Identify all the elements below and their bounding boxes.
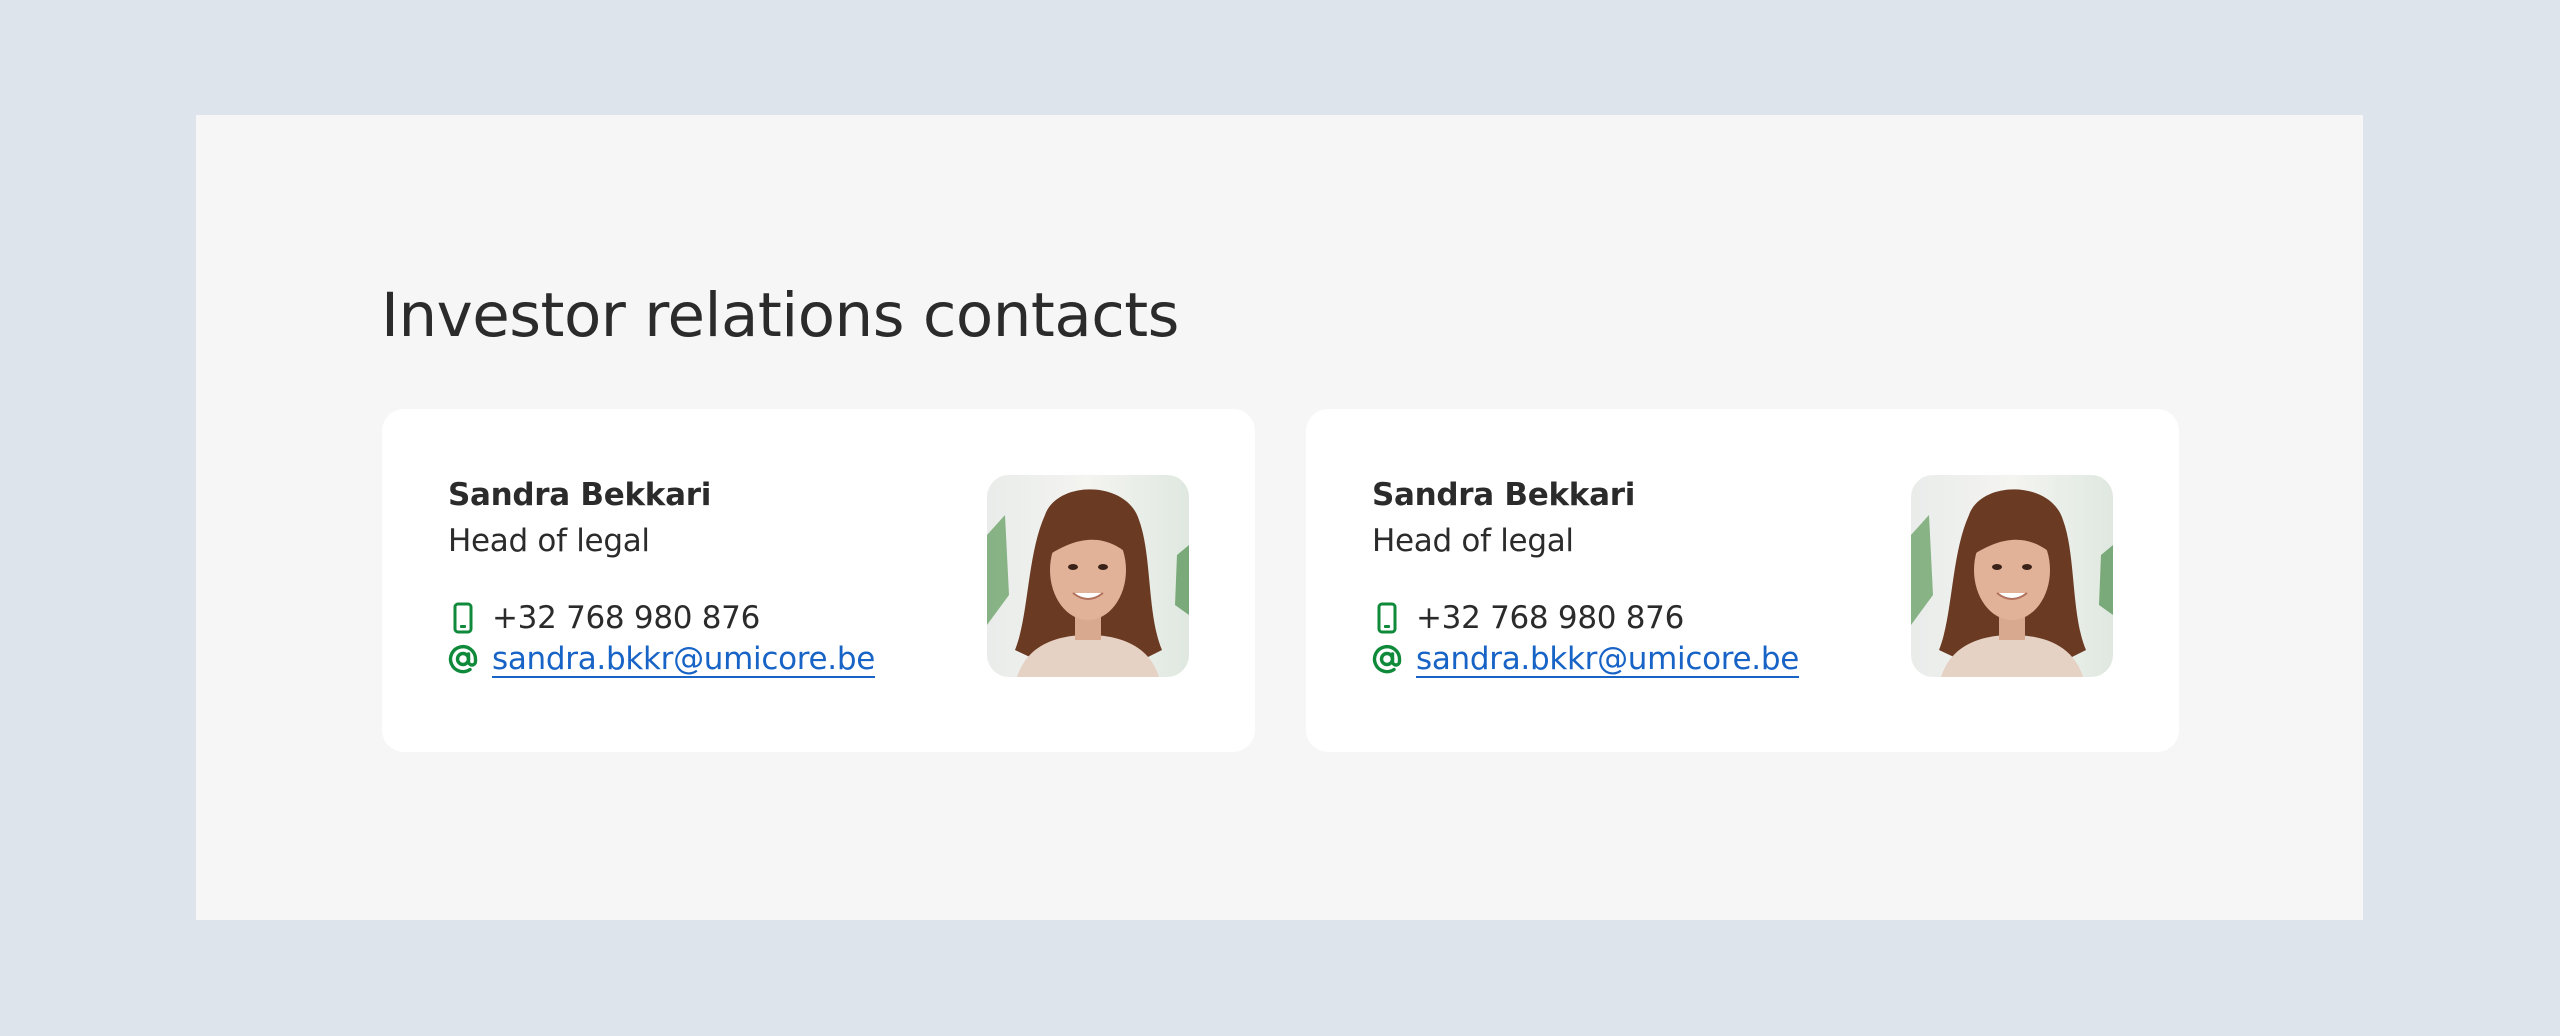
contact-card: Sandra Bekkari Head of legal +32 768 980… <box>1306 409 2179 752</box>
contact-phone-row: +32 768 980 876 <box>448 598 760 638</box>
mobile-phone-icon <box>1372 602 1402 634</box>
contact-email-link[interactable]: sandra.bkkr@umicore.be <box>492 641 875 677</box>
contact-role: Head of legal <box>1372 523 1574 559</box>
contact-name: Sandra Bekkari <box>448 477 712 513</box>
at-sign-icon <box>1372 643 1402 675</box>
contact-photo <box>987 475 1189 677</box>
contacts-panel: Investor relations contacts Sandra Bekka… <box>196 115 2363 920</box>
contact-email-row: sandra.bkkr@umicore.be <box>1372 639 1799 679</box>
contact-card: Sandra Bekkari Head of legal +32 768 980… <box>382 409 1255 752</box>
contact-name: Sandra Bekkari <box>1372 477 1636 513</box>
contact-email-row: sandra.bkkr@umicore.be <box>448 639 875 679</box>
contact-phone-row: +32 768 980 876 <box>1372 598 1684 638</box>
contact-phone[interactable]: +32 768 980 876 <box>1416 600 1684 636</box>
contact-role: Head of legal <box>448 523 650 559</box>
contact-phone[interactable]: +32 768 980 876 <box>492 600 760 636</box>
mobile-phone-icon <box>448 602 478 634</box>
contact-photo <box>1911 475 2113 677</box>
section-title: Investor relations contacts <box>381 280 1179 351</box>
at-sign-icon <box>448 643 478 675</box>
contact-email-link[interactable]: sandra.bkkr@umicore.be <box>1416 641 1799 677</box>
